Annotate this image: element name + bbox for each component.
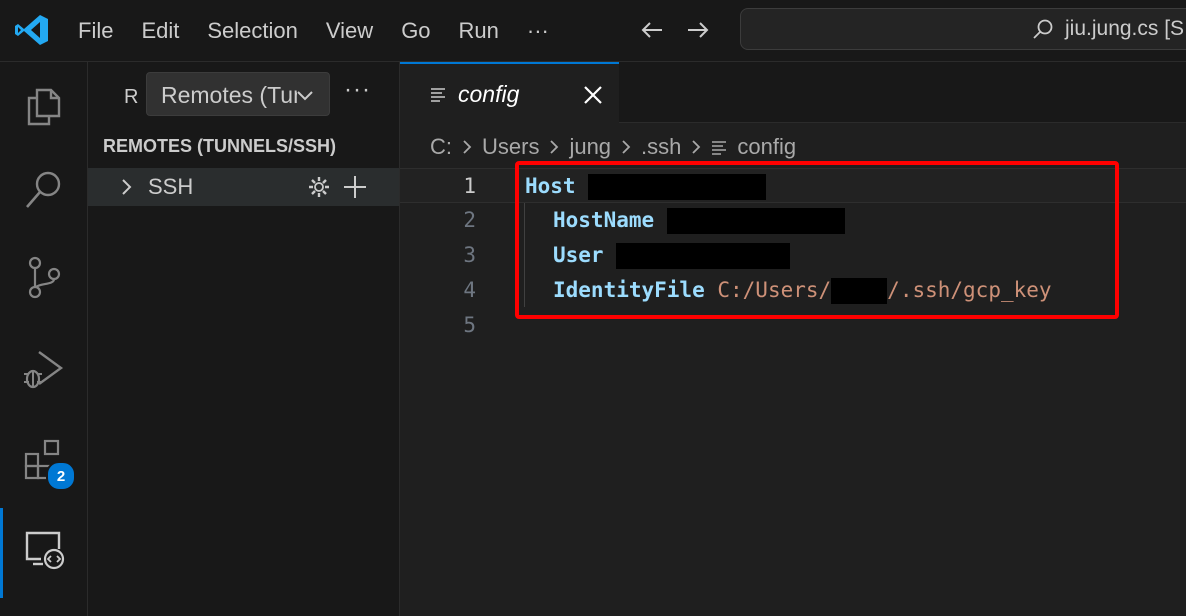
line-number: 2 xyxy=(463,208,476,232)
activity-run-debug[interactable] xyxy=(0,329,87,409)
menu-selection[interactable]: Selection xyxy=(193,18,312,44)
menu-go[interactable]: Go xyxy=(387,18,444,44)
vscode-logo-icon[interactable] xyxy=(14,13,50,47)
command-center-search[interactable]: jiu.jung.cs [S xyxy=(740,8,1186,50)
line-number: 5 xyxy=(463,313,476,337)
chevron-right-icon[interactable] xyxy=(116,177,136,197)
breadcrumb: C: Users jung .ssh config xyxy=(430,134,796,160)
explorer-icon xyxy=(27,88,60,126)
chevron-down-icon xyxy=(297,91,313,101)
tab-bar: config xyxy=(400,62,1186,123)
editor-area: config C: Users jung .ssh config 1 Host … xyxy=(400,62,1186,616)
section-heading[interactable]: REMOTES (TUNNELS/SSH) xyxy=(103,136,336,157)
activity-extensions[interactable]: 2 xyxy=(0,419,87,499)
activity-search[interactable] xyxy=(0,150,87,230)
remote-explorer-icon xyxy=(25,531,64,570)
view-select-value: Remotes (Tunnels/SSH) xyxy=(161,82,297,108)
close-icon[interactable] xyxy=(582,84,604,106)
text-file-icon xyxy=(431,88,445,102)
tree-item-label: SSH xyxy=(148,174,194,199)
menu-edit[interactable]: Edit xyxy=(127,18,193,44)
plus-icon[interactable] xyxy=(342,174,368,200)
tree-item-ssh[interactable]: SSH xyxy=(88,168,399,206)
search-icon xyxy=(1033,19,1053,39)
back-arrow-icon[interactable] xyxy=(636,14,668,46)
search-text: jiu.jung.cs [S xyxy=(1065,17,1185,40)
menu-view[interactable]: View xyxy=(312,18,387,44)
tab-label: config xyxy=(458,81,520,107)
chevron-right-icon xyxy=(550,140,559,154)
more-actions-button[interactable]: ··· xyxy=(344,76,371,104)
run-debug-icon xyxy=(23,351,63,389)
line-number: 4 xyxy=(463,278,476,302)
breadcrumb-users[interactable]: Users xyxy=(482,134,539,160)
chevron-right-icon xyxy=(692,140,701,154)
search-icon xyxy=(25,171,60,208)
nav-arrows xyxy=(636,14,714,46)
gear-icon[interactable] xyxy=(306,174,332,200)
extensions-badge: 2 xyxy=(46,461,76,491)
activity-remote-explorer[interactable] xyxy=(0,508,87,598)
source-control-icon xyxy=(28,256,60,299)
view-select-dropdown[interactable]: Remotes (Tunnels/SSH) xyxy=(146,72,330,116)
tab-config[interactable]: config xyxy=(400,62,619,123)
chevron-right-icon xyxy=(622,140,631,154)
breadcrumb-user-folder[interactable]: jung xyxy=(569,134,611,160)
annotation-highlight-box xyxy=(515,161,1119,319)
line-number: 3 xyxy=(463,243,476,267)
breadcrumb-ssh-folder[interactable]: .ssh xyxy=(641,134,681,160)
menu-run[interactable]: Run xyxy=(445,18,513,44)
sidebar-title: R xyxy=(124,86,139,108)
breadcrumb-file[interactable]: config xyxy=(737,134,796,160)
chevron-right-icon xyxy=(463,140,472,154)
menu-bar: File Edit Selection View Go Run ··· xyxy=(64,0,563,61)
activity-bar: 2 xyxy=(0,62,88,616)
activity-explorer[interactable] xyxy=(0,65,87,145)
text-file-icon xyxy=(712,141,727,155)
sidebar: R Remotes (Tunnels/SSH) ··· REMOTES (TUN… xyxy=(88,62,400,616)
title-bar: File Edit Selection View Go Run ··· jiu.… xyxy=(0,0,1186,62)
line-number: 1 xyxy=(463,174,476,198)
forward-arrow-icon[interactable] xyxy=(682,14,714,46)
breadcrumb-drive[interactable]: C: xyxy=(430,134,452,160)
menu-more[interactable]: ··· xyxy=(513,18,563,44)
menu-file[interactable]: File xyxy=(64,18,127,44)
activity-source-control[interactable] xyxy=(0,237,87,317)
